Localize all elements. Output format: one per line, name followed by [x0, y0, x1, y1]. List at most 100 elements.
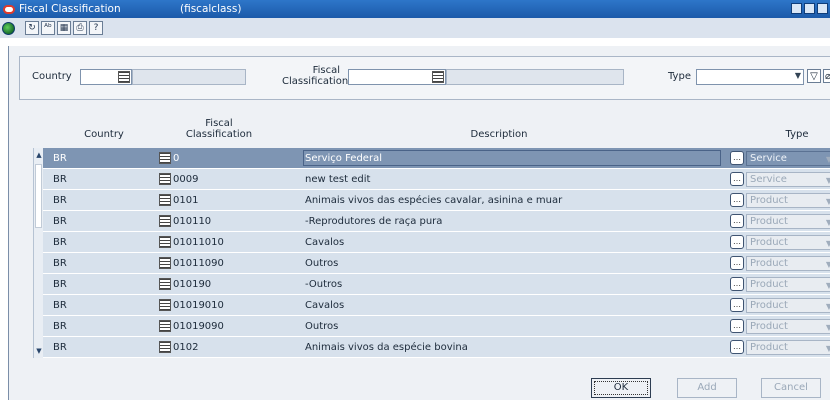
cell-type: Product	[750, 321, 788, 332]
header-fiscal-line1: Fiscal	[205, 118, 233, 129]
table-row[interactable]: BR 0101 Animais vivos das espécies caval…	[43, 190, 830, 211]
cell-description[interactable]: -Outros	[305, 279, 342, 290]
lov-icon[interactable]	[159, 278, 171, 290]
comment-icon[interactable]: …	[730, 256, 744, 270]
table-row[interactable]: BR 0102 Animais vivos da espécie bovina …	[43, 337, 830, 358]
chevron-down-icon: ▼	[825, 197, 830, 206]
minimize-icon[interactable]	[791, 3, 802, 14]
fiscal-label-line1: Fiscal	[312, 65, 340, 76]
table-rows: BR 0 Serviço Federal … Service ▼ BR 0009 …	[43, 148, 830, 358]
lov-icon[interactable]	[159, 194, 171, 206]
print-icon[interactable]: ⎙	[73, 21, 87, 35]
cell-type-select[interactable]: Product ▼	[746, 235, 830, 250]
comment-icon[interactable]: …	[730, 319, 744, 333]
lov-icon[interactable]	[159, 236, 171, 248]
table-scrollbar[interactable]: ▲ ▼	[33, 148, 43, 358]
table-row[interactable]: BR 01011010 Cavalos … Product ▼	[43, 232, 830, 253]
lov-icon[interactable]	[159, 299, 171, 311]
header-description: Description	[470, 129, 528, 140]
lov-icon[interactable]	[159, 173, 171, 185]
cell-type: Product	[750, 279, 788, 290]
clear-eraser-icon[interactable]: ⌀	[823, 69, 830, 83]
calendar-icon[interactable]: ▦	[57, 21, 71, 35]
comment-icon[interactable]: …	[730, 151, 744, 165]
type-label: Type	[668, 71, 691, 82]
cell-type-select[interactable]: Product ▼	[746, 214, 830, 229]
cell-description[interactable]: -Reprodutores de raça pura	[305, 216, 442, 227]
cell-type-select[interactable]: Product ▼	[746, 277, 830, 292]
table-row[interactable]: BR 010190 -Outros … Product ▼	[43, 274, 830, 295]
main-panel: Country Fiscal Classification Type ▼ ▽ ⌀…	[8, 46, 830, 400]
lov-icon[interactable]	[159, 320, 171, 332]
add-button[interactable]: Add	[677, 378, 737, 398]
cell-description[interactable]: Animais vivos das espécies cavalar, asin…	[305, 195, 562, 206]
cell-country: BR	[53, 300, 67, 311]
cell-fiscal-classification: 010110	[173, 216, 212, 227]
ok-button[interactable]: OK	[591, 378, 651, 398]
scrollbar-thumb[interactable]	[35, 164, 42, 228]
comment-icon[interactable]: …	[730, 172, 744, 186]
table-header: Country Fiscal Classification Descriptio…	[19, 116, 830, 148]
chevron-down-icon: ▼	[825, 260, 830, 269]
comment-icon[interactable]: …	[730, 235, 744, 249]
help-icon[interactable]: ?	[89, 21, 103, 35]
fiscal-label-line2: Classification	[282, 76, 349, 87]
comment-icon[interactable]: …	[730, 277, 744, 291]
spellcheck-icon[interactable]: ᴬᵇ	[41, 21, 55, 35]
cell-description[interactable]: Outros	[305, 321, 338, 332]
lov-icon[interactable]	[159, 215, 171, 227]
table-row[interactable]: BR 01019090 Outros … Product ▼	[43, 316, 830, 337]
cell-type: Product	[750, 195, 788, 206]
undo-icon[interactable]: ↻	[25, 21, 39, 35]
window-title: Fiscal Classification	[19, 3, 121, 15]
chevron-down-icon: ▼	[825, 281, 830, 290]
globe-icon[interactable]	[2, 21, 15, 35]
cell-description[interactable]: Animais vivos da espécie bovina	[305, 342, 468, 353]
cell-type-select[interactable]: Service ▼	[746, 151, 830, 166]
chevron-down-icon: ▼	[825, 239, 830, 248]
table-row[interactable]: BR 010110 -Reprodutores de raça pura … P…	[43, 211, 830, 232]
cell-description[interactable]: Cavalos	[305, 237, 344, 248]
lov-icon[interactable]	[159, 341, 171, 353]
cell-description[interactable]: Outros	[305, 258, 338, 269]
cell-description[interactable]: Serviço Federal	[305, 153, 382, 164]
cell-country: BR	[53, 237, 67, 248]
comment-icon[interactable]: …	[730, 214, 744, 228]
table-row[interactable]: BR 01019010 Cavalos … Product ▼	[43, 295, 830, 316]
cancel-button[interactable]: Cancel	[761, 378, 821, 398]
comment-icon[interactable]: …	[730, 298, 744, 312]
cell-type-select[interactable]: Product ▼	[746, 256, 830, 271]
chevron-down-icon: ▼	[825, 218, 830, 227]
cell-fiscal-classification: 01011090	[173, 258, 224, 269]
cell-description[interactable]: Cavalos	[305, 300, 344, 311]
table-row[interactable]: BR 0 Serviço Federal … Service ▼	[43, 148, 830, 169]
country-lov-icon[interactable]	[118, 71, 130, 83]
table-row[interactable]: BR 01011090 Outros … Product ▼	[43, 253, 830, 274]
lov-icon[interactable]	[159, 257, 171, 269]
cell-country: BR	[53, 279, 67, 290]
filter-icon[interactable]: ▽	[807, 69, 821, 83]
cell-type-select[interactable]: Product ▼	[746, 319, 830, 334]
lov-icon[interactable]	[159, 152, 171, 164]
cell-country: BR	[53, 174, 67, 185]
fiscal-classification-lov-icon[interactable]	[432, 71, 444, 83]
maximize-icon[interactable]	[804, 3, 815, 14]
cell-type: Product	[750, 216, 788, 227]
header-country: Country	[84, 129, 124, 140]
cell-type-select[interactable]: Service ▼	[746, 172, 830, 187]
cell-fiscal-classification: 0009	[173, 174, 199, 185]
comment-icon[interactable]: …	[730, 193, 744, 207]
table-row[interactable]: BR 0009 new test edit … Service ▼	[43, 169, 830, 190]
window-subtitle: (fiscalclass)	[180, 3, 242, 15]
type-select[interactable]: ▼	[696, 69, 804, 85]
cell-type-select[interactable]: Product ▼	[746, 298, 830, 313]
cell-type-select[interactable]: Product ▼	[746, 193, 830, 208]
cell-description[interactable]: new test edit	[305, 174, 370, 185]
cell-country: BR	[53, 153, 67, 164]
cell-type-select[interactable]: Product ▼	[746, 340, 830, 355]
chevron-down-icon: ▼	[825, 176, 830, 185]
fiscal-classification-description-field	[446, 69, 624, 85]
restore-icon[interactable]	[817, 3, 828, 14]
comment-icon[interactable]: …	[730, 340, 744, 354]
cell-fiscal-classification: 0	[173, 153, 180, 164]
